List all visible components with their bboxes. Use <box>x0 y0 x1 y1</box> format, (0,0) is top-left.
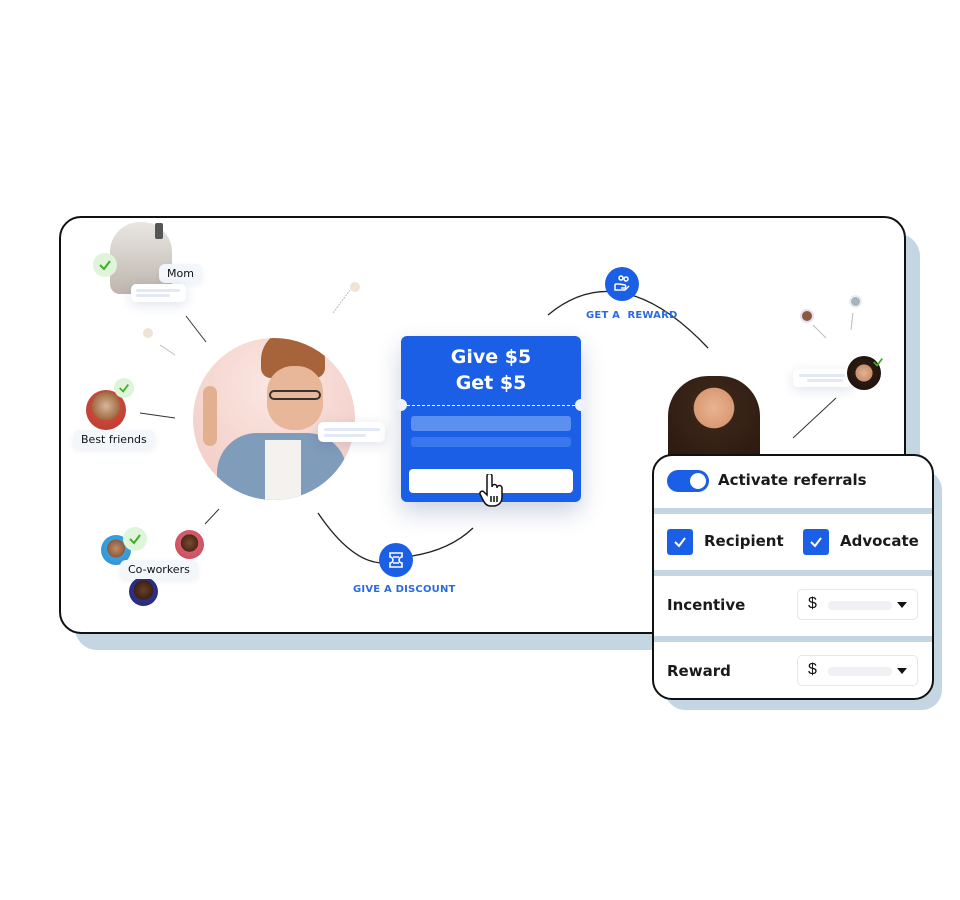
coupon-get-text: Get $5 <box>455 372 527 394</box>
ticket-icon <box>389 552 403 568</box>
coupon-field-placeholder <box>411 437 571 447</box>
recipient-label: Recipient <box>704 532 784 550</box>
reward-label: Reward <box>667 662 731 680</box>
advocate-photo <box>193 338 355 500</box>
activate-referrals-label: Activate referrals <box>718 471 867 489</box>
contact-photo-small <box>800 309 814 323</box>
incentive-value-placeholder <box>828 601 892 610</box>
get-reward-label: GET A REWARD <box>586 310 678 321</box>
contact-photo-small <box>849 295 862 308</box>
coupon-notch <box>395 399 407 411</box>
check-icon <box>872 353 884 367</box>
recipient-checkbox[interactable] <box>667 529 693 555</box>
coworker-photo-2 <box>175 530 204 559</box>
hand-coins-icon <box>614 275 630 291</box>
contact-dot <box>143 328 153 338</box>
coworker-photo-3 <box>129 577 158 606</box>
check-icon <box>123 527 147 551</box>
incentive-select[interactable]: $ <box>797 589 918 620</box>
phone-icon <box>155 223 163 239</box>
incentive-label: Incentive <box>667 596 746 614</box>
toggle-knob <box>690 473 706 489</box>
coupon-perforation <box>407 405 575 406</box>
divider <box>654 508 932 514</box>
chevron-down-icon <box>897 602 907 608</box>
check-icon <box>93 253 117 277</box>
message-card <box>793 369 853 387</box>
hand-pointer-icon <box>479 474 503 507</box>
reward-currency: $ <box>808 661 817 678</box>
coupon-give-text: Give $5 <box>450 346 532 368</box>
chevron-down-icon <box>897 668 907 674</box>
give-discount-step-icon <box>379 543 413 577</box>
recipient-photo <box>668 376 760 456</box>
reward-select[interactable]: $ <box>797 655 918 686</box>
message-card <box>131 284 186 302</box>
contact-label-mom: Mom <box>159 264 202 283</box>
referral-settings-panel: Activate referrals Recipient Advocate In… <box>652 454 934 700</box>
divider <box>654 636 932 642</box>
check-icon <box>114 378 134 398</box>
contact-label-best-friends: Best friends <box>73 430 155 449</box>
incentive-currency: $ <box>808 595 817 612</box>
give-discount-label: GIVE A DISCOUNT <box>353 584 456 595</box>
advocate-checkbox[interactable] <box>803 529 829 555</box>
activate-referrals-toggle[interactable] <box>667 470 709 492</box>
coupon-field-placeholder <box>411 416 571 431</box>
advocate-label: Advocate <box>840 532 919 550</box>
coupon-notch <box>575 399 587 411</box>
divider <box>654 570 932 576</box>
referral-coupon: Give $5 Get $5 <box>395 336 587 507</box>
message-card <box>318 422 385 442</box>
contact-dot <box>350 282 360 292</box>
get-reward-step-icon <box>605 267 639 301</box>
reward-value-placeholder <box>828 667 892 676</box>
contact-label-co-workers: Co-workers <box>120 560 198 579</box>
